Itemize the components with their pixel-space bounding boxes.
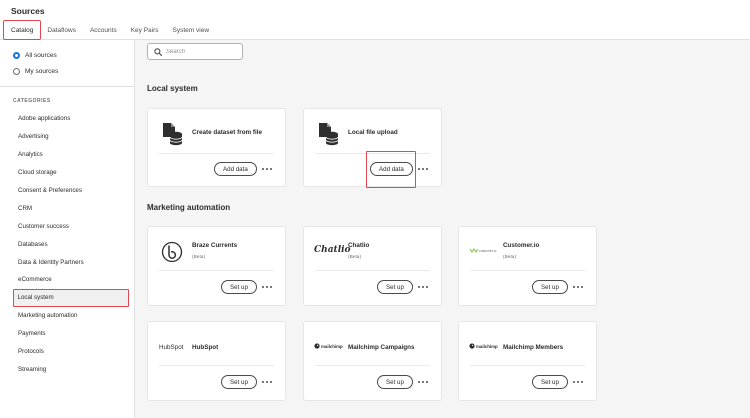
source-card-local-file-upload: Local file upload Add data <box>303 108 442 188</box>
source-card-braze-currents: Braze Currents (Beta) Set up <box>147 226 286 306</box>
set-up-button[interactable]: Set up <box>221 375 257 389</box>
hubspot-logo: HubSpot <box>159 344 184 351</box>
tab-dataflows[interactable]: Dataflows <box>40 21 83 40</box>
card-divider <box>159 270 274 271</box>
card-title: Create dataset from file <box>192 129 262 136</box>
card-subtitle: (Beta) <box>348 255 362 260</box>
card-title: Mailchimp Members <box>503 344 564 351</box>
source-card-customer-io: customer.io Customer.io (Beta) Set up <box>458 226 597 306</box>
category-consent-preferences[interactable]: Consent & Preferences <box>13 182 129 200</box>
card-divider <box>470 365 585 366</box>
search-box[interactable] <box>147 43 243 60</box>
radio-unchecked-icon[interactable] <box>13 68 20 75</box>
source-card-mailchimp-members: mailchimp Mailchimp Members Set up <box>458 321 597 401</box>
more-options-icon[interactable] <box>418 166 428 172</box>
category-streaming[interactable]: Streaming <box>13 360 129 378</box>
sidebar-divider <box>0 86 134 87</box>
category-cloud-storage[interactable]: Cloud storage <box>13 164 129 182</box>
tab-system-view[interactable]: System view <box>166 21 216 40</box>
mailchimp-logo-text: mailchimp <box>321 343 343 349</box>
category-crm[interactable]: CRM <box>13 199 129 217</box>
sidebar: All sources My sources CATEGORIES Adobe … <box>0 40 135 418</box>
source-card-mailchimp-campaigns: mailchimp Mailchimp Campaigns Set up <box>303 321 442 401</box>
tab-key-pairs[interactable]: Key Pairs <box>124 21 166 40</box>
category-advertising[interactable]: Advertising <box>13 128 129 146</box>
radio-checked-icon[interactable] <box>13 52 20 59</box>
customerio-logo-text: customer.io <box>479 248 497 253</box>
braze-logo <box>161 241 183 268</box>
tab-bar: Catalog Dataflows Accounts Key Pairs Sys… <box>4 21 216 40</box>
mailchimp-logo: mailchimp <box>314 343 343 349</box>
dataset-upload-icon <box>317 122 339 151</box>
card-title: Local file upload <box>348 129 398 136</box>
category-protocols[interactable]: Protocols <box>13 343 129 361</box>
set-up-button[interactable]: Set up <box>532 375 568 389</box>
search-input[interactable] <box>166 48 236 55</box>
category-payments[interactable]: Payments <box>13 325 129 343</box>
card-title: HubSpot <box>192 344 219 351</box>
category-databases[interactable]: Databases <box>13 235 129 253</box>
card-divider <box>315 153 430 154</box>
card-title: Braze Currents <box>192 242 238 249</box>
filter-label: My sources <box>25 68 59 75</box>
card-title: Mailchimp Campaigns <box>348 344 415 351</box>
category-list: Adobe applications Advertising Analytics… <box>13 110 129 378</box>
source-card-create-dataset: Create dataset from file Add data <box>147 108 286 187</box>
card-divider <box>470 270 585 271</box>
filter-my-sources[interactable]: My sources <box>13 68 58 75</box>
card-divider <box>315 270 430 271</box>
header-bar: Sources Catalog Dataflows Accounts Key P… <box>0 0 750 40</box>
category-adobe-applications[interactable]: Adobe applications <box>13 110 129 128</box>
category-ecommerce[interactable]: eCommerce <box>13 271 129 289</box>
card-title: Chatlio <box>348 242 370 249</box>
add-data-button[interactable]: Add data <box>370 162 413 176</box>
tab-catalog[interactable]: Catalog <box>4 21 40 40</box>
more-options-icon[interactable] <box>573 284 583 290</box>
category-marketing-automation[interactable]: Marketing automation <box>13 307 129 325</box>
category-analytics[interactable]: Analytics <box>13 146 129 164</box>
more-options-icon[interactable] <box>262 166 272 172</box>
card-subtitle: (Beta) <box>503 255 517 260</box>
set-up-button[interactable]: Set up <box>377 280 413 294</box>
filter-all-sources[interactable]: All sources <box>13 52 57 59</box>
dataset-upload-icon <box>161 122 183 151</box>
card-divider <box>159 153 274 154</box>
category-data-identity-partners[interactable]: Data & Identity Partners <box>13 253 129 271</box>
more-options-icon[interactable] <box>418 284 428 290</box>
set-up-button[interactable]: Set up <box>532 280 568 294</box>
add-data-button[interactable]: Add data <box>214 162 257 176</box>
page-title: Sources <box>11 6 45 16</box>
categories-heading: CATEGORIES <box>13 98 51 104</box>
more-options-icon[interactable] <box>262 379 272 385</box>
set-up-button[interactable]: Set up <box>221 280 257 294</box>
category-customer-success[interactable]: Customer success <box>13 217 129 235</box>
mailchimp-logo-text: mailchimp <box>476 343 498 349</box>
card-divider <box>159 365 274 366</box>
more-options-icon[interactable] <box>262 284 272 290</box>
source-card-chatlio: Chatlio Chatlio (Beta) Set up <box>303 226 442 306</box>
more-options-icon[interactable] <box>418 379 428 385</box>
set-up-button[interactable]: Set up <box>377 375 413 389</box>
filter-label: All sources <box>25 52 57 59</box>
category-local-system[interactable]: Local system <box>13 288 129 307</box>
mailchimp-logo: mailchimp <box>469 343 498 349</box>
section-title-local-system: Local system <box>147 84 198 93</box>
card-title: Customer.io <box>503 242 540 249</box>
more-options-icon[interactable] <box>573 379 583 385</box>
source-card-hubspot: HubSpot HubSpot Set up <box>147 321 286 401</box>
tab-accounts[interactable]: Accounts <box>83 21 124 40</box>
search-icon <box>154 47 162 56</box>
card-subtitle: (Beta) <box>192 255 206 260</box>
section-title-marketing-automation: Marketing automation <box>147 203 231 212</box>
card-divider <box>315 365 430 366</box>
customerio-logo: customer.io <box>470 248 496 253</box>
chatlio-logo: Chatlio <box>314 245 351 255</box>
